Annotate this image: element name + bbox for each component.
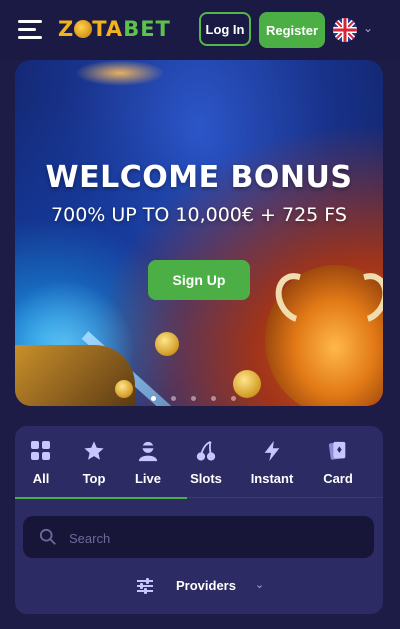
top-header: Z TABET Log In Register ⌄ [0, 0, 400, 60]
register-button[interactable]: Register [259, 12, 325, 48]
category-tab-instant[interactable]: Instant [247, 440, 297, 490]
lightning-icon [264, 440, 280, 462]
carousel-dot[interactable] [211, 396, 216, 401]
welcome-bonus-banner[interactable]: WELCOME BONUS 700% UP TO 10,000€ + 725 F… [15, 60, 383, 406]
filter-sliders-icon [137, 578, 153, 594]
banner-subtitle: 700% UP TO 10,000€ + 725 FS [51, 204, 347, 226]
game-search-box[interactable] [23, 516, 374, 558]
cherry-icon [196, 440, 216, 461]
active-tab-indicator [15, 497, 187, 499]
uk-flag-icon [333, 18, 357, 42]
providers-label: Providers [176, 578, 236, 593]
hamburger-menu-icon[interactable] [18, 20, 42, 40]
dealer-icon [138, 441, 158, 462]
gold-coin-art [155, 332, 179, 356]
providers-dropdown[interactable]: Providers ⌄ [135, 576, 275, 598]
category-label: Slots [190, 471, 222, 486]
carousel-dots [151, 396, 251, 402]
banner-decoration [75, 60, 165, 86]
chevron-down-icon: ⌄ [255, 579, 265, 591]
star-icon [84, 441, 104, 460]
search-icon [39, 528, 56, 545]
login-button[interactable]: Log In [199, 12, 251, 46]
chevron-down-icon: ⌄ [363, 21, 374, 35]
zotabet-logo[interactable]: Z TABET [58, 17, 171, 41]
category-tab-card[interactable]: Card [313, 440, 363, 490]
category-label: Live [134, 471, 161, 486]
carousel-dot[interactable] [151, 396, 156, 401]
carousel-dot[interactable] [171, 396, 176, 401]
logo-coin-icon [74, 20, 93, 38]
category-label: All [32, 471, 50, 486]
banner-title: WELCOME BONUS [45, 160, 353, 195]
category-tab-slots[interactable]: Slots [181, 440, 231, 490]
category-tab-all[interactable]: All [16, 440, 66, 490]
grid-icon [31, 441, 50, 460]
category-label: Card [323, 471, 353, 486]
category-tab-live[interactable]: Live [123, 440, 173, 490]
category-label: Top [82, 471, 106, 486]
signup-button[interactable]: Sign Up [148, 260, 250, 300]
category-label: Instant [250, 471, 294, 486]
carousel-dot[interactable] [191, 396, 196, 401]
search-input[interactable] [67, 524, 361, 552]
gold-coin-art [233, 370, 261, 398]
category-tab-top[interactable]: Top [69, 440, 119, 490]
carousel-dot[interactable] [231, 396, 236, 401]
games-panel: All Top Live Slots Instant Card Search P… [15, 426, 383, 614]
playing-card-icon [328, 441, 346, 460]
banner-golden-statue-art [15, 345, 135, 406]
tabs-divider [187, 497, 383, 498]
gold-coin-art [115, 380, 133, 398]
language-selector[interactable]: ⌄ [333, 18, 381, 42]
